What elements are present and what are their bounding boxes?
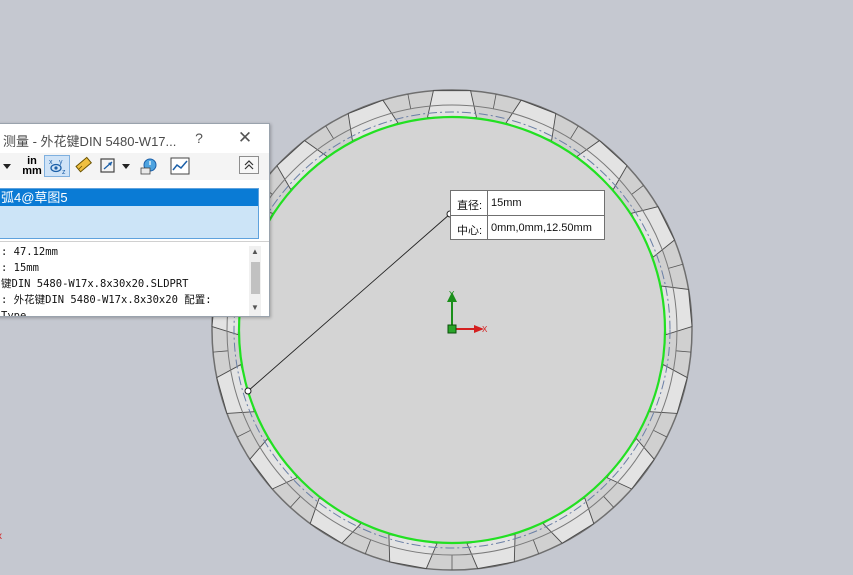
measure-tooltip: 直径: 15mm 中心: 0mm,0mm,12.50mm [450,190,605,240]
svg-text:y: y [59,159,63,166]
result-line: 键DIN 5480-W17x.8x30x20.SLDPRT [1,278,189,290]
dialog-titlebar[interactable]: 测量 - 外花键DIN 5480-W17... ? ✕ [0,124,269,153]
center-label: 中心: [457,225,483,237]
scroll-up-icon[interactable]: ▲ [250,247,260,257]
dropdown-arrow-icon[interactable] [1,155,13,177]
projection-icon[interactable] [97,155,119,177]
offscreen-x-marker: x [0,531,2,542]
projection-dropdown-icon[interactable] [120,155,132,177]
measure-dialog[interactable]: 测量 - 外花键DIN 5480-W17... ? ✕ in mm x z y … [0,123,270,317]
spline-tooth [426,90,478,118]
triad-y-label: Y [449,290,455,299]
selection-list[interactable]: 弧4@草图5 [0,188,259,239]
svg-text:x: x [49,159,53,166]
measurement-history-icon[interactable] [138,155,162,177]
diameter-value: 15mm [491,197,522,209]
help-button[interactable]: ? [192,130,206,146]
scroll-down-icon[interactable]: ▼ [250,303,260,313]
dialog-toolbar: in mm x z y [0,153,269,180]
units-bottom-label: mm [22,165,42,177]
tooltip-divider [451,215,604,216]
selected-entity-item[interactable]: 弧4@草图5 [0,189,258,206]
point-to-point-icon[interactable] [73,155,95,177]
results-list[interactable]: : 47.12mm : 15mm 键DIN 5480-W17x.8x30x20.… [0,241,269,317]
center-value: 0mm,0mm,12.50mm [491,222,592,234]
scroll-thumb[interactable] [251,262,260,294]
result-line: : 47.12mm [1,246,58,258]
diameter-label: 直径: [457,200,483,212]
create-sensor-icon[interactable] [168,155,192,177]
units-button[interactable]: in mm [20,155,44,177]
result-line: : 15mm [1,262,39,274]
results-scrollbar[interactable]: ▲ ▼ [249,246,261,316]
close-button[interactable]: ✕ [236,128,254,148]
leader-start-point [244,387,252,395]
show-xyz-measurements-icon[interactable]: x z y [44,155,70,177]
dialog-title: 测量 - 外花键DIN 5480-W17... [3,134,177,149]
collapse-button[interactable] [239,156,259,174]
svg-text:z: z [62,169,66,176]
result-line: : 外花键DIN 5480-W17x.8x30x20 配置: [1,294,212,306]
triad-x-label: X [482,325,488,334]
result-line: Type [1,310,27,317]
graphics-viewport[interactable]: Y X x 测量 - 外花键DIN 5480-W17... ? ✕ in mm [0,0,853,575]
